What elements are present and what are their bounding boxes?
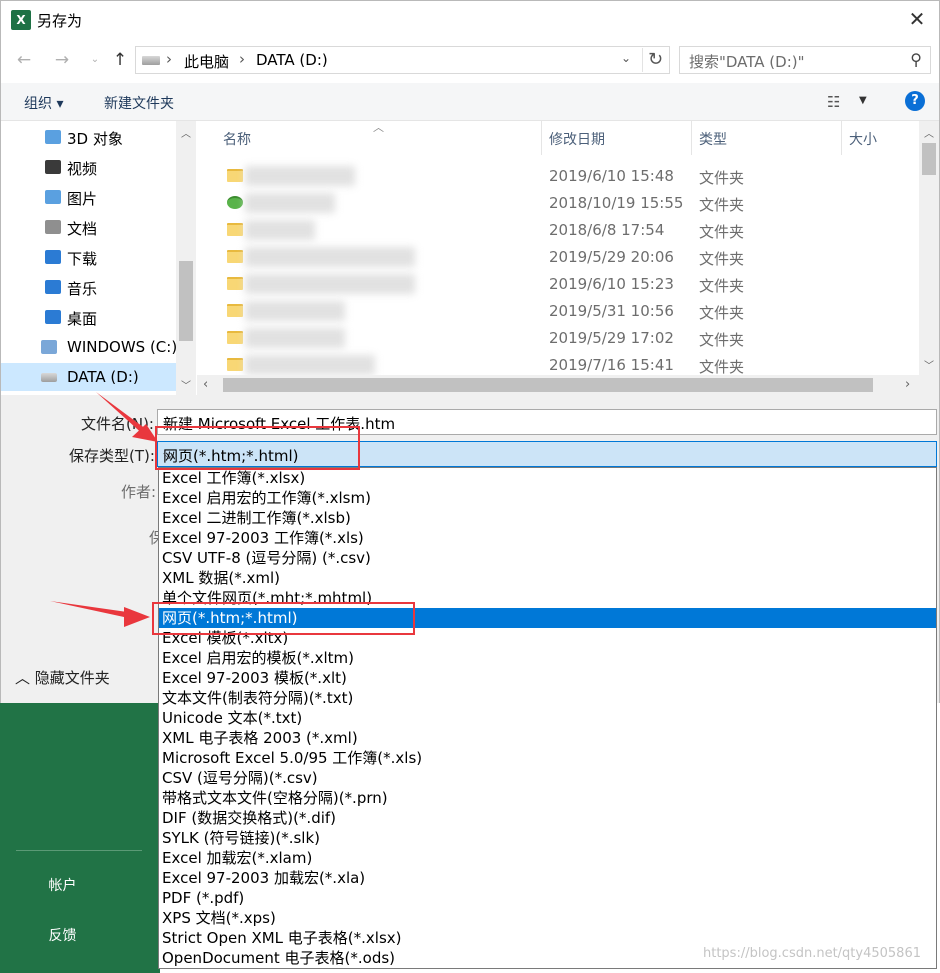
- annotation-arrow-top: [96, 392, 158, 442]
- annotation-arrows: [50, 392, 158, 627]
- annotation-arrow-bottom: [50, 601, 150, 627]
